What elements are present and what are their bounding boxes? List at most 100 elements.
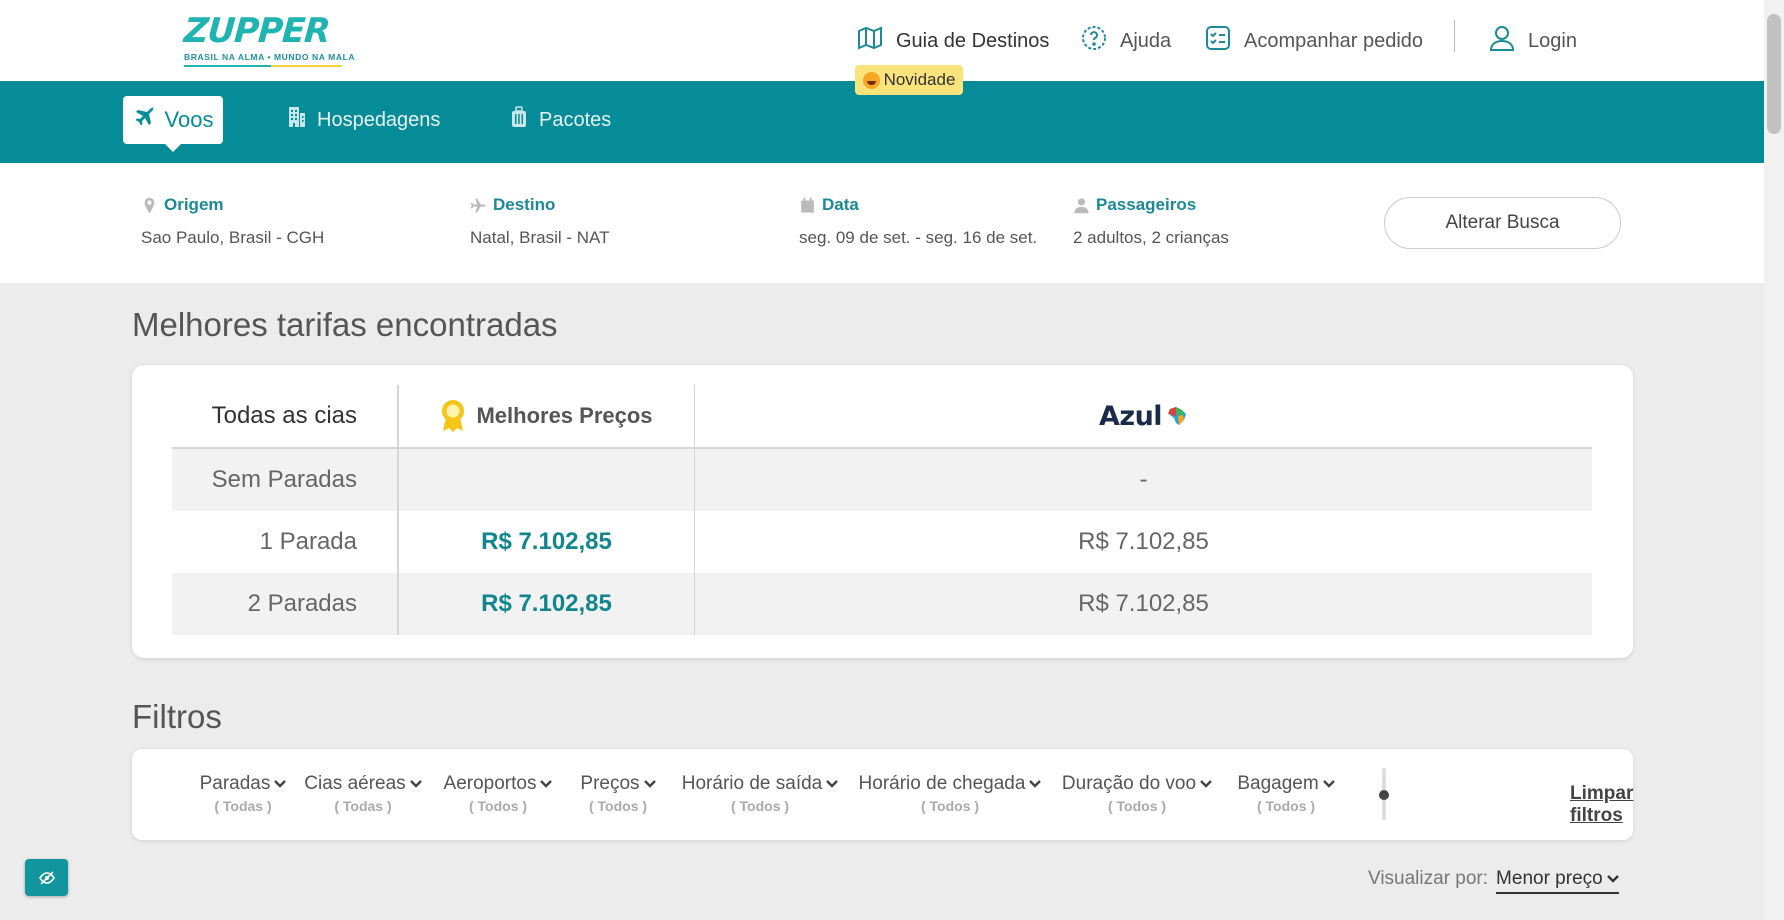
fares-header-row: Todas as cias Melhores Preços Azul xyxy=(172,385,1592,449)
nav-ajuda[interactable]: Ajuda xyxy=(1080,24,1171,58)
stops-label: 1 Parada xyxy=(172,511,399,573)
filter-horario-saida[interactable]: Horário de saída ( Todos ) xyxy=(670,773,850,814)
filter-sub: ( Todos ) xyxy=(468,798,528,814)
azul-price-cell[interactable]: R$ 7.102,85 xyxy=(695,573,1592,635)
airplane-icon xyxy=(133,105,157,135)
chevron-down-icon xyxy=(540,780,553,788)
chevron-down-icon xyxy=(1322,780,1335,788)
destino-field: Destino Natal, Brasil - NAT xyxy=(470,195,610,248)
filter-label: Cias aéreas xyxy=(304,773,406,794)
chevron-down-icon xyxy=(1200,780,1212,788)
medal-icon xyxy=(440,399,466,433)
tab-pacotes-label: Pacotes xyxy=(539,108,612,131)
plane-icon xyxy=(470,197,486,213)
tab-hospedagens[interactable]: Hospedagens xyxy=(285,96,440,144)
chevron-down-icon xyxy=(643,780,656,788)
fares-row-sem-paradas: Sem Paradas - xyxy=(172,449,1592,511)
novidade-label: Novidade xyxy=(883,70,956,89)
best-price-cell[interactable]: R$ 7.102,85 xyxy=(399,573,695,635)
origem-value: Sao Paulo, Brasil - CGH xyxy=(141,228,325,247)
best-price-cell xyxy=(399,449,695,511)
filter-sub: ( Todas ) xyxy=(334,798,392,814)
filter-duracao-voo[interactable]: Duração do voo ( Todos ) xyxy=(1050,773,1224,814)
nav-login[interactable]: Login xyxy=(1488,24,1577,58)
logo-underline xyxy=(184,65,342,67)
azul-logo: Azul xyxy=(1099,401,1188,432)
zupper-logo[interactable]: ZUPPER BRASIL NA ALMA • MUNDO NA MALA xyxy=(182,11,356,67)
page-scrollbar[interactable] xyxy=(1764,0,1784,920)
destino-value: Natal, Brasil - NAT xyxy=(470,228,610,247)
best-fares-card: Todas as cias Melhores Preços Azul Sem P… xyxy=(132,365,1633,658)
novidade-badge[interactable]: Novidade xyxy=(855,65,963,95)
filter-label: Horário de saída xyxy=(681,773,823,794)
sort-control: Visualizar por: Menor preço xyxy=(1368,868,1619,894)
fares-row-2-paradas: 2 Paradas R$ 7.102,85 R$ 7.102,85 xyxy=(172,573,1592,635)
alterar-busca-button[interactable]: Alterar Busca xyxy=(1384,197,1621,249)
map-icon xyxy=(856,24,884,58)
clear-filters-link[interactable]: Limpar filtros xyxy=(1570,783,1633,827)
filter-label: Preços xyxy=(580,773,640,794)
filter-label: Bagagem xyxy=(1237,773,1319,794)
filters-bar: Paradas ( Todas ) Cias aéreas ( Todas ) … xyxy=(132,749,1633,840)
scrollbar-thumb[interactable] xyxy=(1767,14,1781,134)
nav-guia-destinos[interactable]: Guia de Destinos xyxy=(856,24,1049,58)
filter-horario-chegada[interactable]: Horário de chegada ( Todos ) xyxy=(850,773,1050,814)
origem-label: Origem xyxy=(164,195,224,214)
destino-label: Destino xyxy=(493,195,556,214)
tab-pacotes[interactable]: Pacotes xyxy=(507,96,611,144)
header-divider xyxy=(1454,20,1455,52)
fares-row-1-parada: 1 Parada R$ 7.102,85 R$ 7.102,85 xyxy=(172,511,1592,573)
nav-acompanhar-pedido[interactable]: Acompanhar pedido xyxy=(1204,24,1423,58)
search-summary: Origem Sao Paulo, Brasil - CGH Destino N… xyxy=(0,163,1764,283)
filter-precos[interactable]: Preços ( Todos ) xyxy=(566,773,670,814)
help-icon xyxy=(1080,24,1108,58)
star-struck-emoji-icon xyxy=(862,71,880,89)
chevron-down-icon xyxy=(826,780,839,788)
azul-price-cell[interactable]: R$ 7.102,85 xyxy=(695,511,1592,573)
passageiros-field: Passageiros 2 adultos, 2 crianças xyxy=(1073,195,1229,248)
filter-label: Paradas xyxy=(199,773,271,794)
fares-matrix: Todas as cias Melhores Preços Azul Sem P… xyxy=(172,385,1592,635)
all-airlines-header[interactable]: Todas as cias xyxy=(172,385,399,447)
tab-voos-label: Voos xyxy=(164,107,214,132)
sort-select[interactable]: Menor preço xyxy=(1496,868,1619,894)
suitcase-icon xyxy=(507,105,531,135)
person-icon xyxy=(1074,197,1089,213)
passageiros-label: Passageiros xyxy=(1096,195,1197,214)
sort-value: Menor preço xyxy=(1496,868,1603,889)
filter-aeroportos[interactable]: Aeroportos ( Todos ) xyxy=(430,773,566,814)
logo-tagline: BRASIL NA ALMA • MUNDO NA MALA xyxy=(184,52,356,62)
data-label: Data xyxy=(822,195,859,214)
filter-label: Horário de chegada xyxy=(858,773,1026,794)
logo-wordmark: ZUPPER xyxy=(182,11,331,51)
filter-bagagem[interactable]: Bagagem ( Todos ) xyxy=(1224,773,1348,814)
filter-sub: ( Todos ) xyxy=(730,798,790,814)
filter-sub: ( Todos ) xyxy=(588,798,648,814)
location-pin-icon xyxy=(144,197,155,213)
tab-hospedagens-label: Hospedagens xyxy=(317,108,441,131)
filter-label: Duração do voo xyxy=(1061,773,1197,794)
filter-sub: ( Todas ) xyxy=(214,798,272,814)
sort-label: Visualizar por: xyxy=(1368,868,1489,889)
azul-header[interactable]: Azul xyxy=(695,385,1592,447)
nav-guia-label: Guia de Destinos xyxy=(896,29,1050,52)
best-prices-label: Melhores Preços xyxy=(476,403,653,428)
filter-paradas[interactable]: Paradas ( Todas ) xyxy=(190,773,296,814)
data-value: seg. 09 de set. - seg. 16 de set. xyxy=(799,228,1038,247)
tab-voos[interactable]: Voos xyxy=(123,96,223,152)
filter-cias-aereas[interactable]: Cias aéreas ( Todas ) xyxy=(296,773,430,814)
best-fares-title: Melhores tarifas encontradas xyxy=(132,306,558,343)
best-price-cell[interactable]: R$ 7.102,85 xyxy=(399,511,695,573)
stops-label: 2 Paradas xyxy=(172,573,399,635)
eye-slash-icon xyxy=(38,870,55,885)
chevron-down-icon xyxy=(274,780,287,788)
nav-pedido-label: Acompanhar pedido xyxy=(1244,29,1424,52)
chevron-down-icon xyxy=(409,780,422,788)
filter-sub: ( Todos ) xyxy=(1107,798,1167,814)
filters-title: Filtros xyxy=(132,698,222,735)
origem-field: Origem Sao Paulo, Brasil - CGH xyxy=(141,195,324,248)
chevron-down-icon xyxy=(1029,780,1042,788)
user-icon xyxy=(1488,24,1516,58)
filter-sub: ( Todos ) xyxy=(920,798,980,814)
hide-visibility-button[interactable] xyxy=(25,859,68,896)
